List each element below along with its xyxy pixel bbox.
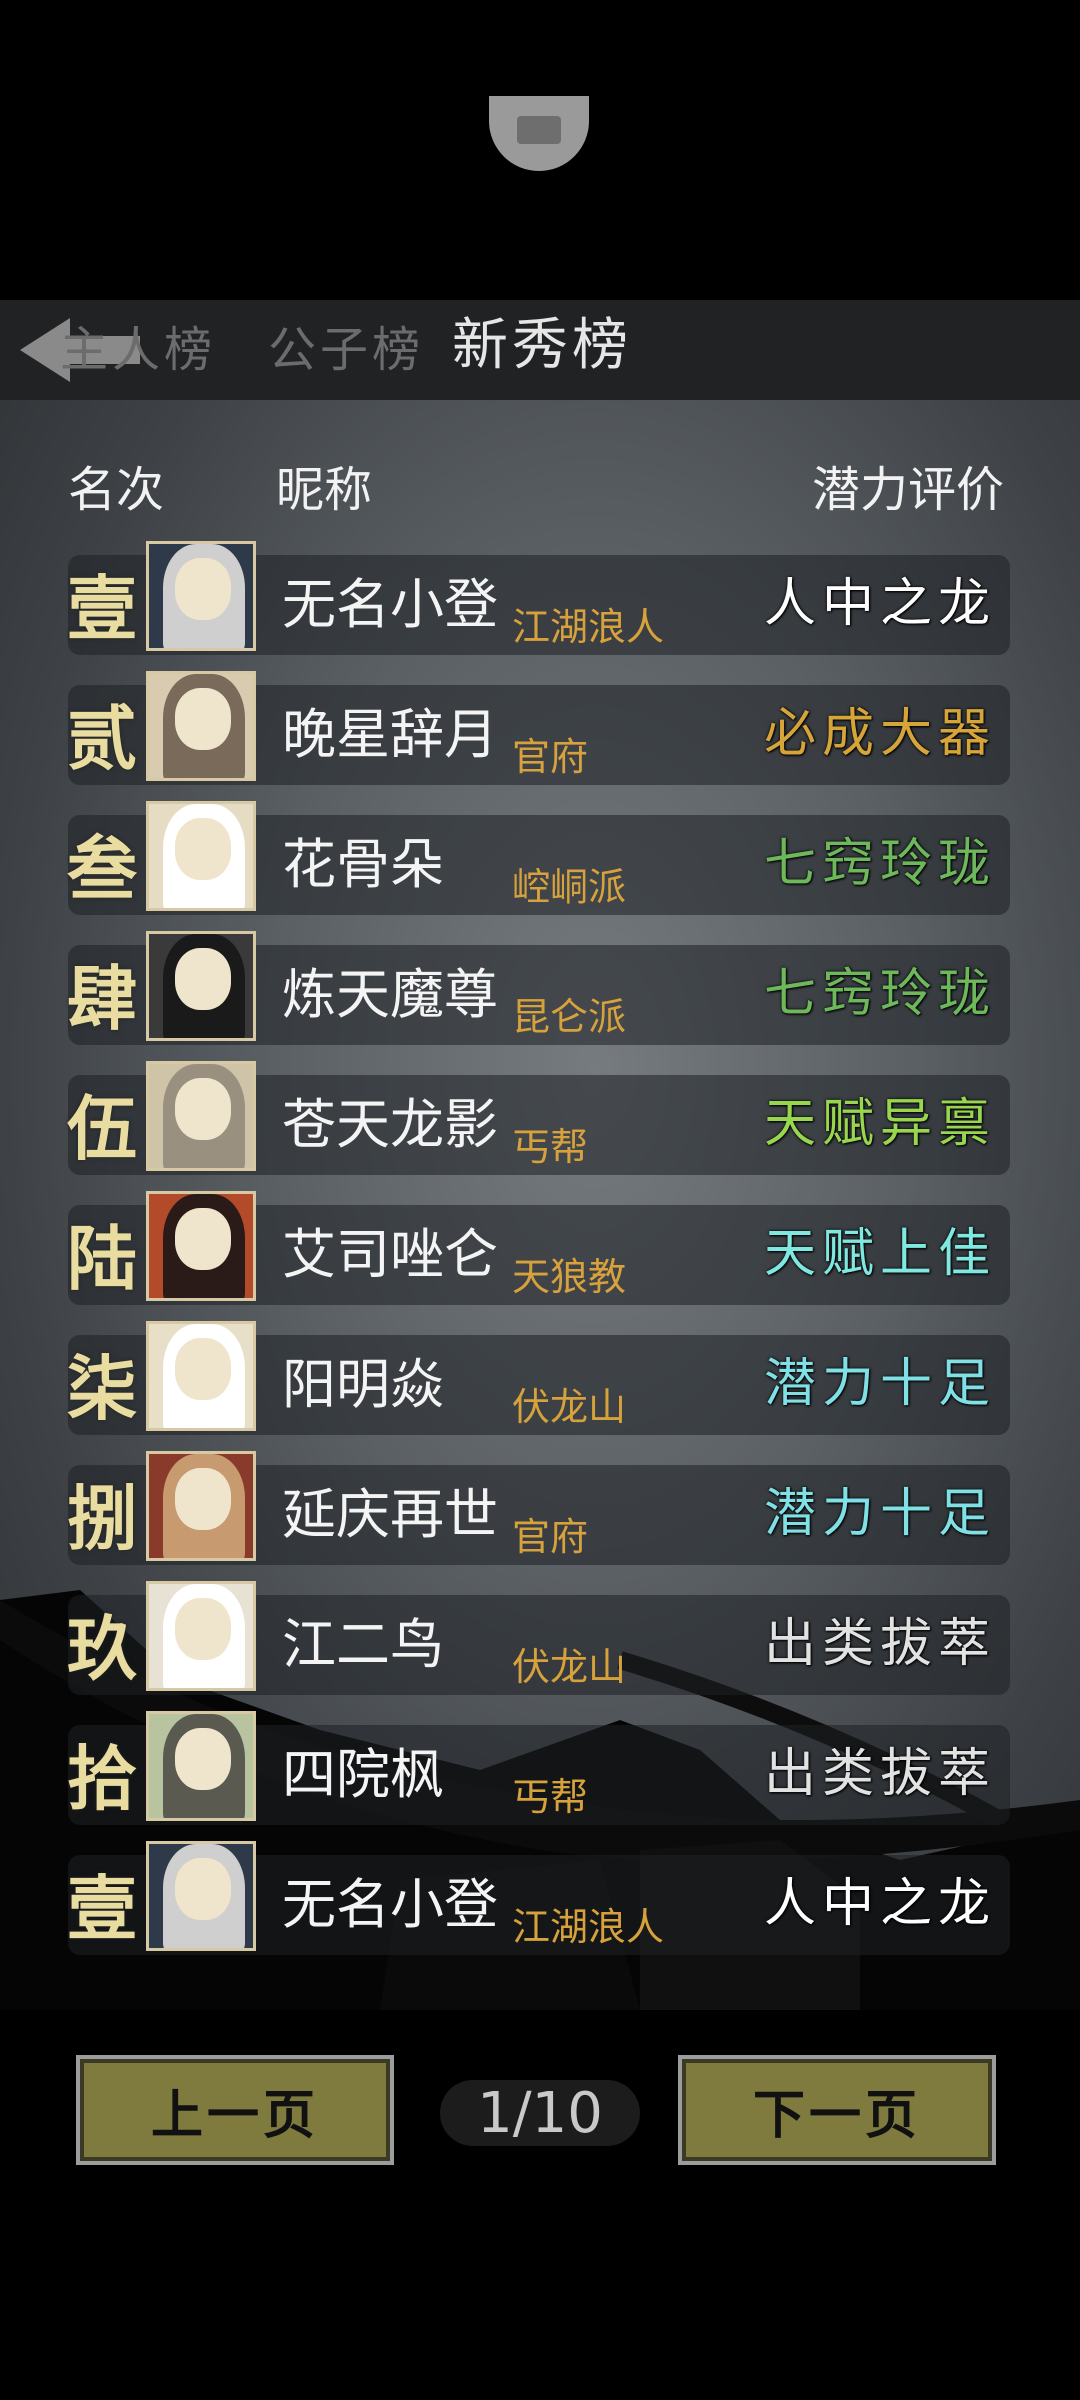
rank-row[interactable]: 叁 花骨朵崆峒派 七窍玲珑 bbox=[67, 801, 1010, 915]
player-faction: 江湖浪人 bbox=[512, 1905, 665, 1949]
player-name: 延庆再世 bbox=[282, 1483, 498, 1546]
rank-numeral: 陆 bbox=[67, 1217, 137, 1300]
player-name: 阳明焱 bbox=[282, 1353, 444, 1416]
player-name: 晚星辞月 bbox=[282, 703, 498, 766]
next-page-button[interactable]: 下一页 bbox=[678, 2055, 996, 2165]
prev-page-label: 上一页 bbox=[150, 2085, 319, 2146]
potential-rating: 七窍玲珑 bbox=[763, 964, 996, 1024]
player-name: 无名小登 bbox=[282, 573, 498, 636]
tab-rookie[interactable]: 新秀榜 bbox=[452, 314, 632, 378]
tab-master[interactable]: 主人榜 bbox=[60, 318, 216, 382]
rank-row[interactable]: 玖 江二鸟伏龙山 出类拔萃 bbox=[67, 1581, 1010, 1695]
rank-numeral: 壹 bbox=[67, 567, 137, 650]
player-faction: 丐帮 bbox=[512, 1775, 589, 1819]
player-name: 无名小登 bbox=[282, 1873, 498, 1936]
potential-rating: 天赋异禀 bbox=[763, 1094, 996, 1154]
player-name: 苍天龙影 bbox=[282, 1093, 498, 1156]
player-faction: 伏龙山 bbox=[512, 1385, 627, 1429]
page-indicator-text: 1/10 bbox=[477, 2080, 603, 2146]
rank-numeral: 贰 bbox=[67, 697, 137, 780]
potential-rating: 天赋上佳 bbox=[763, 1224, 996, 1284]
character-portrait-icon[interactable] bbox=[146, 1841, 256, 1951]
rank-numeral: 柒 bbox=[67, 1347, 137, 1430]
character-portrait-icon[interactable] bbox=[146, 1061, 256, 1171]
page-indicator: 1/10 bbox=[440, 2080, 640, 2146]
top-handle-widget[interactable] bbox=[489, 96, 589, 171]
next-page-label: 下一页 bbox=[752, 2085, 921, 2146]
tab-gentleman[interactable]: 公子榜 bbox=[268, 318, 424, 382]
character-portrait-icon[interactable] bbox=[146, 671, 256, 781]
rank-numeral: 肆 bbox=[67, 957, 137, 1040]
ranking-panel: 主人榜 公子榜 新秀榜 名次 昵称 潜力评价 壹无名小登 江湖浪人 人中之龙贰晚星辞… bbox=[0, 300, 1080, 2010]
character-portrait-icon[interactable] bbox=[146, 801, 256, 911]
potential-rating: 出类拔萃 bbox=[763, 1744, 996, 1804]
potential-rating: 潜力十足 bbox=[763, 1484, 996, 1544]
character-portrait-icon[interactable] bbox=[146, 931, 256, 1041]
player-faction: 昆仑派 bbox=[512, 995, 627, 1039]
rank-row[interactable]: 捌 延庆再世 官府 潜力十足 bbox=[67, 1451, 1010, 1565]
player-faction: 天狼教 bbox=[512, 1255, 627, 1299]
player-faction: 官府 bbox=[512, 735, 589, 779]
header-rank: 名次 bbox=[68, 462, 165, 518]
player-name: 江二鸟 bbox=[282, 1613, 444, 1676]
rank-numeral: 伍 bbox=[67, 1087, 137, 1170]
puzzle-icon bbox=[517, 116, 561, 144]
rank-row[interactable]: 拾 四院枫丐帮 出类拔萃 bbox=[67, 1711, 1010, 1825]
rank-numeral: 壹 bbox=[67, 1867, 137, 1950]
player-faction: 伏龙山 bbox=[512, 1645, 627, 1689]
rank-numeral: 拾 bbox=[67, 1737, 137, 1820]
character-portrait-icon[interactable] bbox=[146, 1451, 256, 1561]
player-faction: 丐帮 bbox=[512, 1125, 589, 1169]
header-potential: 潜力评价 bbox=[812, 462, 1005, 518]
character-portrait-icon[interactable] bbox=[146, 1711, 256, 1821]
rank-numeral: 玖 bbox=[67, 1607, 137, 1690]
tab-bar: 主人榜 公子榜 新秀榜 bbox=[0, 300, 1080, 400]
player-name: 花骨朵 bbox=[282, 833, 444, 896]
potential-rating: 潜力十足 bbox=[763, 1354, 996, 1414]
character-portrait-icon[interactable] bbox=[146, 1321, 256, 1431]
rank-row[interactable]: 陆 艾司唑仑 天狼教 天赋上佳 bbox=[67, 1191, 1010, 1305]
player-faction: 官府 bbox=[512, 1515, 589, 1559]
potential-rating: 七窍玲珑 bbox=[763, 834, 996, 894]
rank-numeral: 捌 bbox=[67, 1477, 137, 1560]
character-portrait-icon[interactable] bbox=[146, 541, 256, 651]
player-name: 艾司唑仑 bbox=[282, 1223, 498, 1286]
player-faction: 江湖浪人 bbox=[512, 605, 665, 649]
character-portrait-icon[interactable] bbox=[146, 1581, 256, 1691]
prev-page-button[interactable]: 上一页 bbox=[76, 2055, 394, 2165]
rank-row[interactable]: 肆 炼天魔尊 昆仑派 七窍玲珑 bbox=[67, 931, 1010, 1045]
rank-row[interactable]: 伍 苍天龙影 丐帮 天赋异禀 bbox=[67, 1061, 1010, 1175]
potential-rating: 必成大器 bbox=[763, 704, 996, 764]
player-name: 炼天魔尊 bbox=[282, 963, 498, 1026]
potential-rating: 人中之龙 bbox=[763, 1874, 996, 1934]
header-nickname: 昵称 bbox=[276, 462, 373, 518]
player-name: 四院枫 bbox=[282, 1743, 444, 1806]
potential-rating: 人中之龙 bbox=[763, 574, 996, 634]
rank-row[interactable]: 贰 晚星辞月 官府 必成大器 bbox=[67, 671, 1010, 785]
own-rank-row[interactable]: 壹 无名小登 江湖浪人 人中之龙 bbox=[67, 1841, 1010, 1955]
rank-row[interactable]: 壹 无名小登 江湖浪人 人中之龙 bbox=[67, 541, 1010, 655]
character-portrait-icon[interactable] bbox=[146, 1191, 256, 1301]
rank-row[interactable]: 柒 阳明焱伏龙山 潜力十足 bbox=[67, 1321, 1010, 1435]
rank-numeral: 叁 bbox=[67, 827, 137, 910]
potential-rating: 出类拔萃 bbox=[763, 1614, 996, 1674]
player-faction: 崆峒派 bbox=[512, 865, 627, 909]
